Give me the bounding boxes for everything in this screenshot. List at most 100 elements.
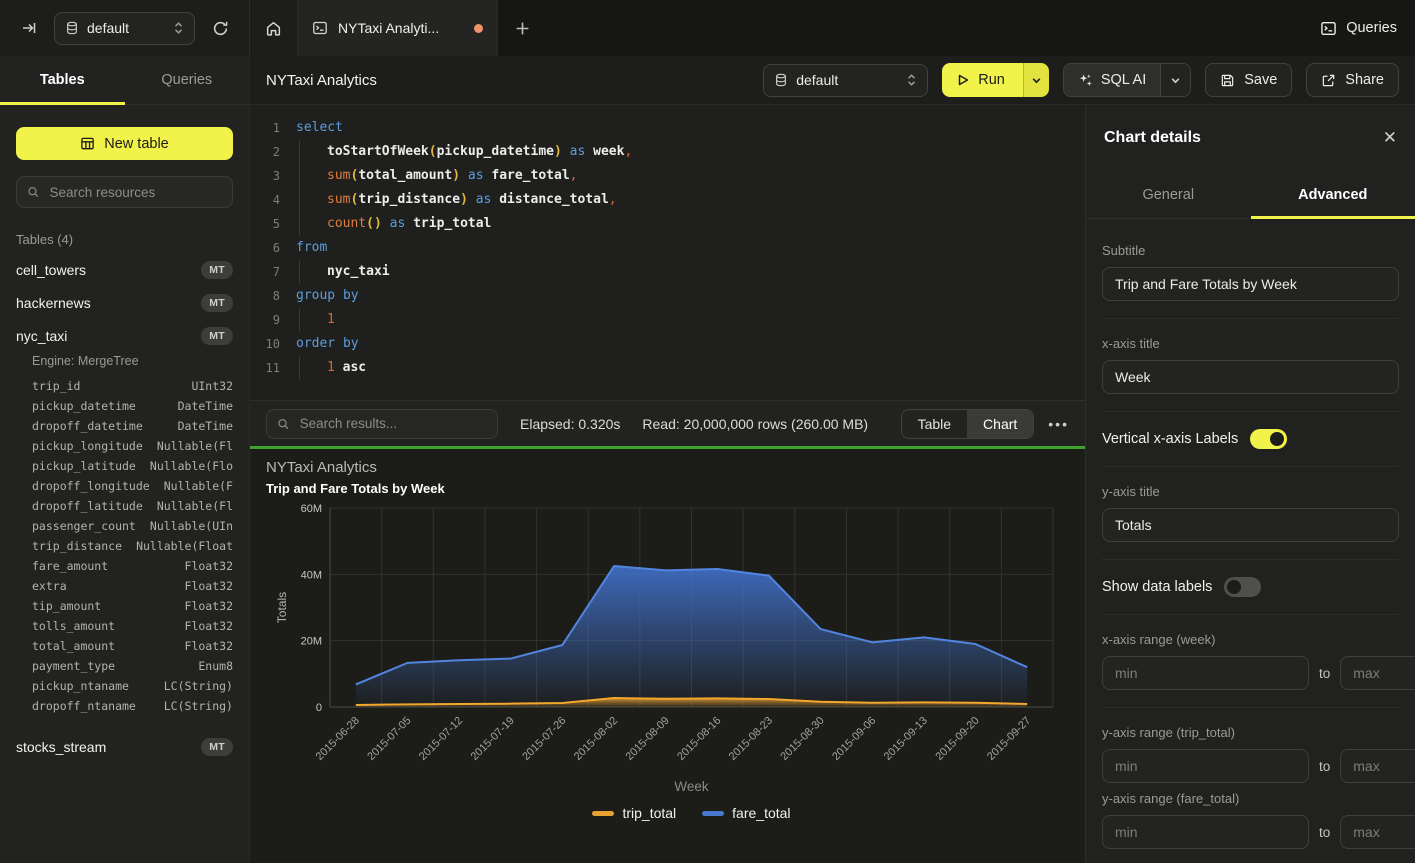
sql-ai-button[interactable]: SQL AI [1063, 63, 1191, 97]
queries-label: Queries [1346, 20, 1397, 36]
svg-text:2015-08-02: 2015-08-02 [572, 715, 620, 763]
sidebar-tab-tables[interactable]: Tables [0, 56, 125, 104]
yaxis-range-trip-min-input[interactable] [1102, 749, 1309, 783]
line-number: 11 [250, 356, 280, 380]
database-selector[interactable]: default [54, 12, 195, 45]
panel-tabs: General Advanced [1086, 171, 1415, 219]
table-name: nyc_taxi [16, 328, 67, 344]
save-icon [1220, 73, 1235, 88]
code-line[interactable]: 1select [250, 116, 1085, 140]
sql-editor[interactable]: 1select2toStartOfWeek(pickup_datetime) a… [250, 105, 1085, 400]
save-button[interactable]: Save [1205, 63, 1292, 97]
code-line[interactable]: 3sum(total_amount) as fare_total, [250, 164, 1085, 188]
column-row: fare_amountFloat32 [16, 556, 233, 576]
yaxis-range-trip-max-input[interactable] [1340, 749, 1415, 783]
query-title: NYTaxi Analytics [266, 72, 377, 89]
svg-text:2015-07-19: 2015-07-19 [469, 715, 517, 763]
table-item-cell_towers[interactable]: cell_towers MT [16, 253, 233, 286]
view-toggle-chart[interactable]: Chart [967, 410, 1033, 438]
svg-text:40M: 40M [301, 569, 322, 581]
svg-text:2015-09-06: 2015-09-06 [830, 715, 878, 763]
tab-title: NYTaxi Analyti... [338, 20, 464, 36]
to-label: to [1319, 759, 1330, 774]
new-tab-button[interactable] [498, 0, 546, 56]
svg-text:2015-07-26: 2015-07-26 [520, 715, 568, 763]
engine-badge: MT [201, 261, 233, 279]
close-icon[interactable]: ✕ [1383, 128, 1397, 148]
to-label: to [1319, 825, 1330, 840]
xaxis-range-max-input[interactable] [1340, 656, 1415, 690]
show-data-labels-label: Show data labels [1102, 579, 1212, 595]
column-row: tolls_amountFloat32 [16, 616, 233, 636]
legend-item-fare_total[interactable]: fare_total [702, 805, 790, 821]
chart-panel: NYTaxi Analytics Trip and Fare Totals by… [250, 449, 1085, 863]
queries-button[interactable]: Queries [1320, 0, 1397, 56]
sidebar-search[interactable] [16, 176, 233, 208]
show-data-labels-toggle[interactable] [1224, 577, 1261, 597]
home-tab[interactable] [250, 0, 298, 56]
svg-text:0: 0 [316, 702, 322, 714]
table-name: hackernews [16, 295, 91, 311]
sidebar-tab-queries[interactable]: Queries [125, 56, 250, 104]
run-button[interactable]: Run [942, 63, 1049, 97]
table-name: cell_towers [16, 262, 86, 278]
code-line[interactable]: 6from [250, 236, 1085, 260]
tab-general[interactable]: General [1086, 171, 1251, 218]
legend-item-trip_total[interactable]: trip_total [592, 805, 676, 821]
new-table-button[interactable]: New table [16, 127, 233, 160]
xaxis-title-input[interactable] [1102, 360, 1399, 394]
code-line[interactable]: 4sum(trip_distance) as distance_total, [250, 188, 1085, 212]
line-number: 7 [250, 260, 280, 284]
yaxis-range-fare-min-input[interactable] [1102, 815, 1309, 849]
table-item-stocks_stream[interactable]: stocks_streamMT [16, 730, 233, 763]
code-line[interactable]: 5count() as trip_total [250, 212, 1085, 236]
yaxis-range-fare-max-input[interactable] [1340, 815, 1415, 849]
yaxis-range-fare-label: y-axis range (fare_total) [1102, 791, 1399, 806]
query-console-icon [312, 20, 328, 36]
view-toggle-table[interactable]: Table [902, 410, 967, 438]
column-row: payment_typeEnum8 [16, 656, 233, 676]
results-search-input[interactable] [298, 415, 487, 432]
legend-swatch [702, 811, 724, 816]
collapse-sidebar-icon[interactable] [14, 13, 44, 43]
xaxis-title-label: x-axis title [1102, 336, 1399, 351]
subtitle-input[interactable] [1102, 267, 1399, 301]
share-label: Share [1345, 72, 1384, 88]
results-search[interactable] [266, 409, 498, 439]
svg-text:2015-09-27: 2015-09-27 [985, 715, 1033, 763]
vertical-xaxis-labels-toggle[interactable] [1250, 429, 1287, 449]
xaxis-range-min-input[interactable] [1102, 656, 1309, 690]
table-list: cell_towersMThackernewsMTnyc_taxiMTEngin… [16, 253, 233, 763]
legend-label: fare_total [732, 805, 790, 821]
sql-ai-caret[interactable] [1160, 64, 1190, 96]
sidebar-search-input[interactable] [48, 184, 223, 201]
yaxis-range-trip-label: y-axis range (trip_total) [1102, 725, 1399, 740]
column-row: pickup_longitudeNullable(Fl [16, 436, 233, 456]
svg-text:2015-06-28: 2015-06-28 [314, 715, 362, 763]
search-icon [27, 185, 40, 199]
line-number: 2 [250, 140, 280, 164]
code-line[interactable]: 2toStartOfWeek(pickup_datetime) as week, [250, 140, 1085, 164]
table-icon [80, 136, 95, 151]
code-line[interactable]: 7nyc_taxi [250, 260, 1085, 284]
code-line[interactable]: 91 [250, 308, 1085, 332]
refresh-icon[interactable] [205, 13, 235, 43]
tab-advanced[interactable]: Advanced [1251, 171, 1415, 218]
engine-badge: MT [201, 294, 233, 312]
table-item-nyc_taxi[interactable]: nyc_taxiMT [16, 319, 233, 352]
code-line[interactable]: 10order by [250, 332, 1085, 356]
chart-title: NYTaxi Analytics [266, 459, 377, 476]
code-line[interactable]: 8group by [250, 284, 1085, 308]
tab-nytaxi-analytics[interactable]: NYTaxi Analyti... [298, 0, 498, 56]
svg-text:2015-08-09: 2015-08-09 [624, 715, 672, 763]
run-database-selector[interactable]: default [763, 64, 928, 97]
table-item-hackernews[interactable]: hackernews MT [16, 286, 233, 319]
chart-details-panel: Chart details ✕ General Advanced Subtitl… [1085, 105, 1415, 863]
yaxis-title-input[interactable] [1102, 508, 1399, 542]
run-options-caret[interactable] [1023, 63, 1049, 97]
column-row: pickup_latitudeNullable(Flo [16, 456, 233, 476]
share-button[interactable]: Share [1306, 63, 1399, 97]
more-options-icon[interactable]: ••• [1048, 416, 1069, 432]
code-line[interactable]: 111 asc [250, 356, 1085, 380]
engine-badge: MT [201, 738, 233, 756]
